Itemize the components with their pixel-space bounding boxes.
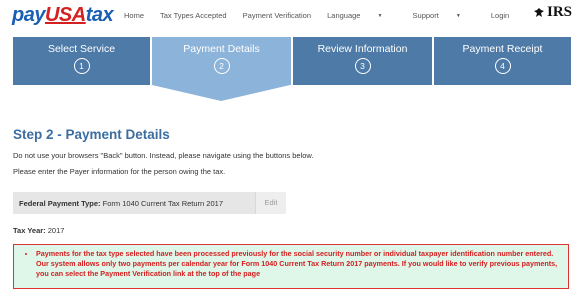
nav-login[interactable]: Login [491,11,509,20]
back-button-warning: Do not use your browsers "Back" button. … [13,151,314,160]
duplicate-payment-alert: Payments for the tax type selected have … [13,244,569,289]
payer-instruction: Please enter the Payer information for t… [13,167,226,176]
nav-payment-verification[interactable]: Payment Verification [243,11,311,20]
irs-logo: IRS [533,4,572,21]
tax-year: Tax Year: 2017 [13,226,65,235]
chevron-down-icon: ▼ [455,13,461,19]
federal-payment-type-box: Federal Payment Type: Form 1040 Current … [13,192,286,214]
irs-label: IRS [546,4,572,20]
step-review-information: Review Information 3 [293,37,432,85]
nav-tax-types-accepted[interactable]: Tax Types Accepted [160,11,227,20]
step-select-service: Select Service 1 [13,37,150,85]
federal-payment-type: Federal Payment Type: Form 1040 Current … [19,199,223,208]
step-number: 3 [354,58,371,74]
nav-links: Home Tax Types Accepted Payment Verifica… [124,11,523,20]
main-content: Step 2 - Payment Details Do not use your… [13,127,571,289]
nav-language-dropdown[interactable]: Language ▼ [327,11,396,20]
payment-steps: Select Service 1 Payment Details 2 Revie… [13,37,571,101]
edit-button[interactable]: Edit [255,192,286,214]
nav-support-dropdown[interactable]: Support ▼ [413,11,475,20]
top-navbar: payUSAtax Home Tax Types Accepted Paymen… [0,0,580,32]
page-title: Step 2 - Payment Details [13,127,170,142]
step-label: Payment Receipt [462,43,543,55]
payusatax-logo[interactable]: payUSAtax [12,4,114,27]
step-number: 2 [213,58,230,74]
step-payment-details: Payment Details 2 [152,37,291,85]
eagle-icon [533,7,544,17]
active-step-pointer [152,85,290,101]
step-label: Select Service [47,43,116,55]
step-payment-receipt: Payment Receipt 4 [434,37,571,85]
nav-home[interactable]: Home [124,11,144,20]
step-label: Review Information [317,43,408,55]
step-number: 1 [73,58,90,74]
alert-message: Payments for the tax type selected have … [36,249,562,279]
step-label: Payment Details [183,43,260,55]
chevron-down-icon: ▼ [377,13,383,19]
step-number: 4 [494,58,511,74]
